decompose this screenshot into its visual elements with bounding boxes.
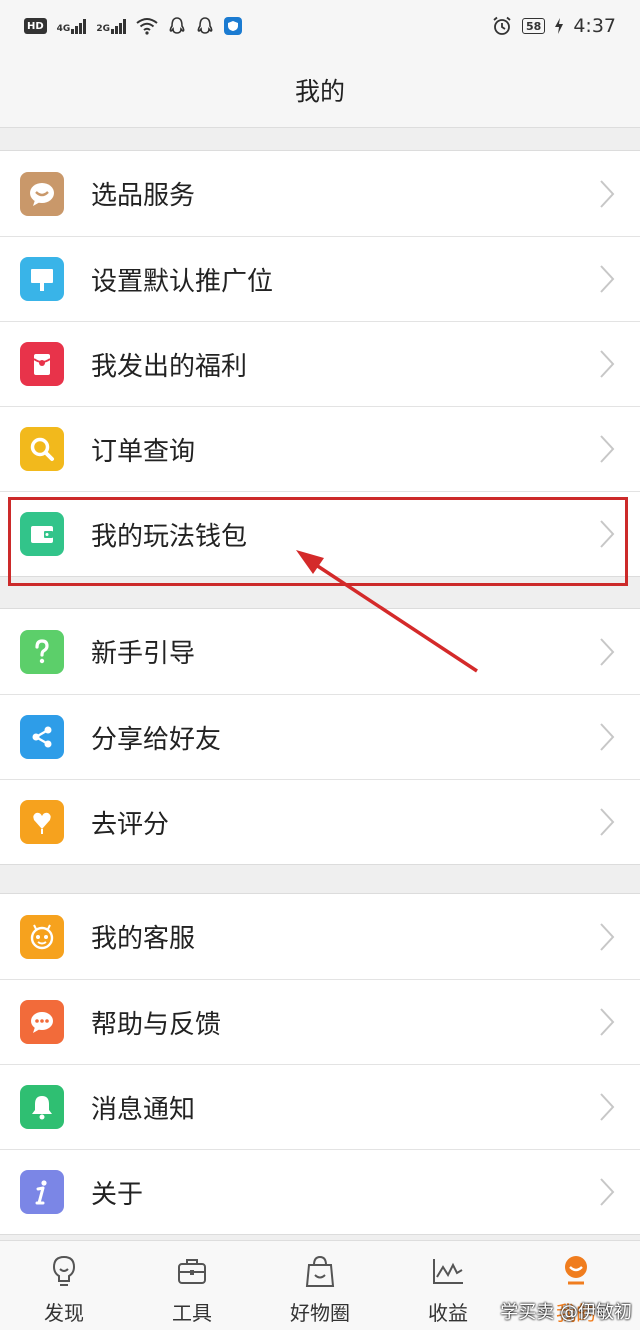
menu-group-3: 我的客服 帮助与反馈 消息通知 关于	[0, 893, 640, 1235]
wallet-icon	[20, 512, 64, 556]
signboard-icon	[20, 257, 64, 301]
bulb-icon	[52, 1255, 76, 1286]
message-icon	[20, 1000, 64, 1044]
red-envelope-icon	[20, 342, 64, 386]
chevron-right-icon	[600, 265, 615, 293]
status-bar: HD 4G 2G 58 4:37	[0, 0, 640, 52]
nav-label: 收益	[428, 1301, 468, 1325]
menu-item-share-friends[interactable]: 分享给好友	[0, 694, 640, 779]
signal-2g: 2G	[96, 18, 126, 34]
signal-icon	[110, 18, 126, 34]
nav-label: 工具	[172, 1301, 212, 1325]
menu-item-default-promo-slot[interactable]: 设置默认推广位	[0, 236, 640, 321]
menu-item-notifications[interactable]: 消息通知	[0, 1064, 640, 1149]
question-icon	[20, 629, 64, 674]
menu-item-customer-service[interactable]: 我的客服	[0, 894, 640, 979]
nav-earnings[interactable]: 收益	[384, 1241, 512, 1330]
menu-item-rate[interactable]: 去评分	[0, 779, 640, 864]
status-left: HD 4G 2G	[24, 16, 242, 36]
menu-group-1: 选品服务 设置默认推广位 我发出的福利 订单查询 我的玩法钱包	[0, 150, 640, 577]
hd-badge: HD	[24, 18, 47, 34]
menu-group-2: 新手引导 分享给好友 去评分	[0, 608, 640, 865]
chevron-right-icon	[600, 808, 615, 836]
menu-item-label: 选品服务	[91, 181, 196, 211]
qq-icon	[197, 17, 213, 34]
menu-item-order-query[interactable]: 订单查询	[0, 406, 640, 491]
menu-item-label: 设置默认推广位	[91, 266, 274, 297]
battery-indicator: 58	[522, 18, 546, 34]
chevron-right-icon	[600, 1178, 615, 1206]
menu-item-label: 我发出的福利	[91, 351, 248, 382]
menu-item-help-feedback[interactable]: 帮助与反馈	[0, 979, 640, 1064]
chevron-right-icon	[600, 637, 615, 666]
alarm-icon	[493, 16, 511, 35]
heart-flower-icon	[20, 800, 64, 844]
menu-item-label: 去评分	[91, 809, 170, 840]
watermark: 学买卖 @伊敏初	[500, 1302, 632, 1323]
net-label-1: 4G	[56, 24, 71, 34]
signal-icon	[71, 18, 87, 34]
nav-label: 发现	[44, 1301, 84, 1325]
magnifier-icon	[20, 427, 64, 471]
profile-icon	[565, 1256, 587, 1285]
menu-item-sent-benefits[interactable]: 我发出的福利	[0, 321, 640, 406]
menu-item-label: 消息通知	[91, 1094, 196, 1125]
menu-item-label: 我的玩法钱包	[91, 521, 248, 552]
chevron-right-icon	[600, 922, 615, 951]
menu-item-label: 帮助与反馈	[91, 1009, 222, 1040]
menu-item-label: 关于	[91, 1179, 144, 1210]
bell-icon	[20, 1085, 64, 1129]
signal-4g: 4G	[57, 18, 87, 34]
menu-item-label: 分享给好友	[91, 724, 222, 755]
wifi-icon	[136, 18, 158, 35]
qq-icon	[169, 17, 185, 34]
toolbox-icon	[178, 1259, 206, 1284]
info-icon	[20, 1170, 64, 1214]
menu-item-label: 新手引导	[91, 639, 196, 669]
page-header: 我的	[0, 52, 640, 128]
menu-item-about[interactable]: 关于	[0, 1149, 640, 1234]
chevron-right-icon	[600, 435, 615, 463]
menu-item-label: 我的客服	[91, 924, 196, 954]
robot-face-icon	[20, 914, 64, 959]
chevron-right-icon	[600, 1093, 615, 1121]
chart-line-icon	[433, 1259, 463, 1284]
shopping-bag-icon	[305, 1255, 335, 1287]
chevron-right-icon	[600, 1008, 615, 1036]
nav-discover[interactable]: 发现	[0, 1241, 128, 1330]
nav-label: 好物圈	[290, 1301, 350, 1325]
menu-item-label: 订单查询	[91, 436, 196, 467]
shield-icon	[223, 17, 242, 35]
menu-item-beginner-guide[interactable]: 新手引导	[0, 609, 640, 694]
net-label-2: 2G	[96, 24, 110, 34]
nav-goods-circle[interactable]: 好物圈	[256, 1241, 384, 1330]
clock: 4:37	[573, 15, 616, 37]
chevron-right-icon	[600, 723, 615, 751]
share-icon	[20, 715, 64, 759]
menu-item-play-wallet[interactable]: 我的玩法钱包	[0, 491, 640, 576]
charging-icon	[555, 18, 564, 34]
nav-tools[interactable]: 工具	[128, 1241, 256, 1330]
chevron-right-icon	[600, 520, 615, 548]
page-title: 我的	[294, 76, 345, 106]
menu-item-product-service[interactable]: 选品服务	[0, 151, 640, 236]
chat-bubble-icon	[20, 171, 64, 216]
chevron-right-icon	[600, 350, 615, 378]
status-right: 58 4:37	[492, 15, 616, 37]
chevron-right-icon	[600, 179, 615, 208]
